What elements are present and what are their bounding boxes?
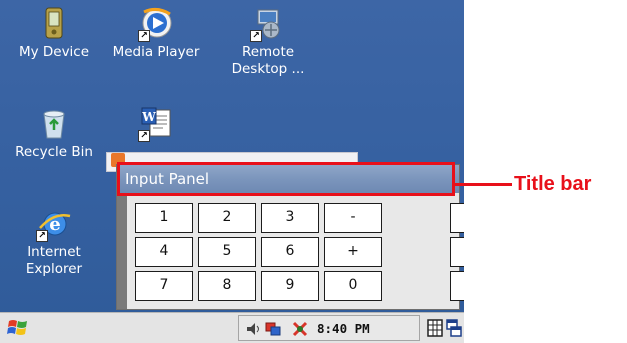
desktop-icon-label: Media Player xyxy=(112,44,200,60)
key-9[interactable]: 9 xyxy=(261,271,319,301)
internet-explorer-icon: e ↗ xyxy=(36,206,72,242)
windows-flag-icon[interactable] xyxy=(6,317,30,339)
desktop-icon-recycle-bin[interactable]: Recycle Bin xyxy=(6,106,102,161)
key-plus[interactable]: + xyxy=(324,237,382,267)
desktop-icon-word-document[interactable]: W ↗ xyxy=(108,106,204,144)
desktop-icon-media-player[interactable]: ↗ Media Player xyxy=(108,6,204,61)
key-2[interactable]: 2 xyxy=(198,203,256,233)
shortcut-arrow-icon: ↗ xyxy=(36,230,48,242)
key-4[interactable]: 4 xyxy=(135,237,193,267)
callout-line xyxy=(455,183,512,186)
key-1[interactable]: 1 xyxy=(135,203,193,233)
switch-window-icon[interactable] xyxy=(446,318,462,338)
key-0[interactable]: 0 xyxy=(324,271,382,301)
keyboard-icon[interactable] xyxy=(426,318,444,338)
desktop-icon-remote-desktop[interactable]: ↗ Remote Desktop ... xyxy=(220,6,316,78)
page: My Device ↗ Media Player ↗ Remote Deskto… xyxy=(0,0,627,343)
key-8[interactable]: 8 xyxy=(198,271,256,301)
media-player-icon: ↗ xyxy=(138,6,174,42)
key-6[interactable]: 6 xyxy=(261,237,319,267)
key-5[interactable]: 5 xyxy=(198,237,256,267)
key-minus[interactable]: - xyxy=(324,203,382,233)
connection-status-icon[interactable] xyxy=(291,320,309,338)
svg-text:W: W xyxy=(141,110,156,124)
desktop-icon-label: My Device xyxy=(18,44,90,60)
key-multiply[interactable]: * xyxy=(450,203,464,233)
key-3[interactable]: 3 xyxy=(261,203,319,233)
desktop-icon-label: Remote Desktop ... xyxy=(231,44,305,77)
notification-tray: 8:40 PM xyxy=(238,315,420,341)
shortcut-arrow-icon: ↗ xyxy=(138,130,150,142)
desktop-icon-my-device[interactable]: My Device xyxy=(6,6,102,61)
desktop-icon-internet-explorer[interactable]: e ↗ Internet Explorer xyxy=(6,206,102,278)
word-document-icon: W ↗ xyxy=(138,106,174,142)
network-icon[interactable] xyxy=(265,320,287,338)
shortcut-arrow-icon: ↗ xyxy=(250,30,262,42)
remote-desktop-icon: ↗ xyxy=(250,6,286,42)
taskbar: 8:40 PM xyxy=(0,312,464,343)
my-device-icon xyxy=(36,6,72,42)
clock[interactable]: 8:40 PM xyxy=(317,320,370,338)
recycle-bin-icon xyxy=(36,106,72,142)
key-7[interactable]: 7 xyxy=(135,271,193,301)
volume-icon[interactable] xyxy=(245,320,263,338)
key-equals[interactable]: = xyxy=(450,271,464,301)
desktop-icon-label: Internet Explorer xyxy=(25,244,83,277)
callout-label: Title bar xyxy=(514,173,592,195)
shortcut-arrow-icon: ↗ xyxy=(138,30,150,42)
key-divide[interactable]: / xyxy=(450,237,464,267)
panel-grip[interactable] xyxy=(117,193,127,309)
numeric-keypad: 1 2 3 - * 4 5 6 + / 7 8 9 0 = xyxy=(135,203,464,301)
title-bar-highlight xyxy=(117,162,455,196)
desktop-icon-label: Recycle Bin xyxy=(15,144,93,160)
